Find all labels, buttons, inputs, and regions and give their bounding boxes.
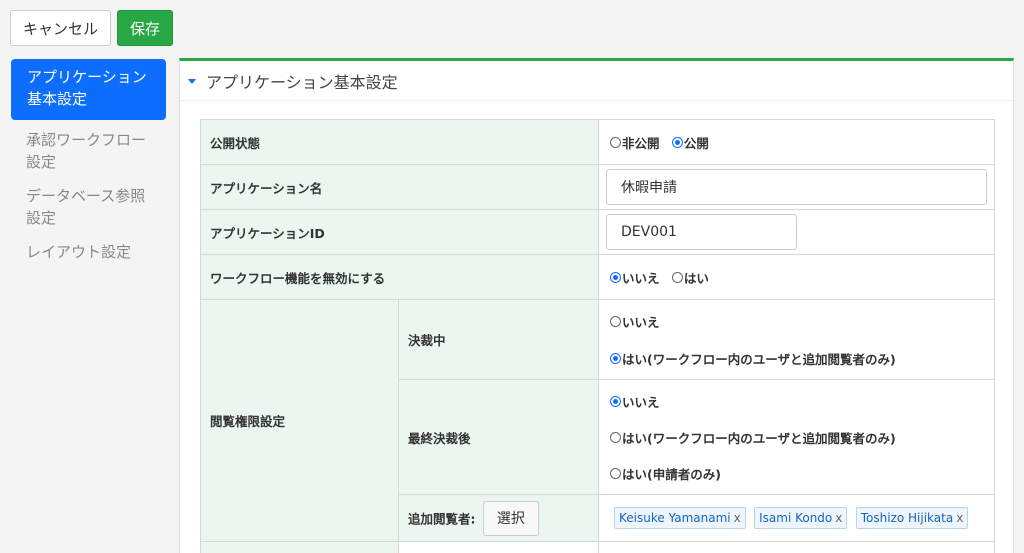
sidebar-item-layout-settings[interactable]: レイアウト設定 xyxy=(11,235,166,269)
extra-viewers-list: Keisuke Yamanami x Isami Kondo x Toshizo H… xyxy=(598,494,996,542)
app-id-label: アプリケーションID xyxy=(199,209,600,255)
radio-in-progress-no[interactable]: いいえ xyxy=(610,312,994,331)
radio-icon xyxy=(610,467,622,479)
in-progress-options: いいえ はい(ワークフロー内のユーザと追加閲覧者のみ) xyxy=(598,299,996,380)
publish-status-label: 公開状態 xyxy=(199,119,600,165)
extra-viewers-label: 追加閲覧者: xyxy=(408,511,476,526)
publish-status-options: 非公開 公開 xyxy=(598,119,996,165)
panel-header[interactable]: アプリケーション基本設定 xyxy=(180,61,1013,101)
extra-viewers-cell: 追加閲覧者: 選択 xyxy=(397,494,600,542)
radio-icon xyxy=(610,315,622,327)
radio-icon xyxy=(610,136,622,148)
sidebar-item-label: 設定 xyxy=(26,153,57,171)
final-approval-label: 最終決裁後 xyxy=(397,379,600,495)
sidebar-item-database-settings[interactable]: データベース参照 設定 xyxy=(11,179,166,235)
sidebar-item-label: 設定 xyxy=(26,209,57,227)
next-row-label xyxy=(200,541,399,553)
viewer-tag: Isami Kondo x xyxy=(754,507,848,529)
radio-final-yes-workflow[interactable]: はい(ワークフロー内のユーザと追加閲覧者のみ) xyxy=(610,428,994,447)
radio-icon xyxy=(610,431,622,443)
remove-icon[interactable]: x xyxy=(734,511,741,525)
sidebar-item-label: レイアウト設定 xyxy=(26,243,132,261)
cancel-button[interactable]: キャンセル xyxy=(10,10,111,46)
toolbar: キャンセル 保存 xyxy=(10,10,173,46)
in-progress-label: 決裁中 xyxy=(397,299,600,380)
radio-final-no[interactable]: いいえ xyxy=(610,392,994,411)
radio-no[interactable]: いいえ xyxy=(610,268,660,287)
sidebar-item-label: 承認ワークフロー xyxy=(26,131,147,149)
final-approval-options: いいえ はい(ワークフロー内のユーザと追加閲覧者のみ) はい(申請者のみ) xyxy=(598,379,996,495)
radio-selected-icon xyxy=(610,271,622,283)
radio-selected-icon xyxy=(671,136,683,148)
sidebar-nav: アプリケーション 基本設定 承認ワークフロー 設定 データベース参照 設定 レイ… xyxy=(11,59,166,269)
viewer-tag: Toshizo Hijikata x xyxy=(855,507,969,529)
remove-icon[interactable]: x xyxy=(956,511,963,525)
app-name-label: アプリケーション名 xyxy=(199,164,600,210)
next-row-value xyxy=(598,541,996,553)
radio-private[interactable]: 非公開 xyxy=(610,133,660,152)
radio-selected-icon xyxy=(610,395,622,407)
save-button[interactable]: 保存 xyxy=(117,10,173,46)
panel-title: アプリケーション基本設定 xyxy=(206,72,398,92)
sidebar-item-label: アプリケーション xyxy=(27,68,147,86)
radio-selected-icon xyxy=(610,352,622,364)
viewer-tag: Keisuke Yamanami x xyxy=(614,507,746,529)
disable-workflow-label: ワークフロー機能を無効にする xyxy=(199,254,600,300)
radio-final-yes-applicant[interactable]: はい(申請者のみ) xyxy=(610,464,994,483)
settings-panel: アプリケーション基本設定 公開状態 非公開 公開 アプリケーション名 休暇申請 … xyxy=(179,58,1014,553)
sidebar-item-label: データベース参照 xyxy=(26,187,146,205)
caret-down-icon xyxy=(188,79,196,84)
radio-icon xyxy=(671,271,683,283)
app-name-input[interactable]: 休暇申請 xyxy=(606,169,988,205)
settings-grid: 公開状態 非公開 公開 アプリケーション名 休暇申請 アプリケーションID DE… xyxy=(199,119,996,553)
select-viewers-button[interactable]: 選択 xyxy=(482,500,539,536)
sidebar-item-label: 基本設定 xyxy=(27,90,88,108)
radio-yes[interactable]: はい xyxy=(671,268,709,287)
view-permission-label: 閲覧権限設定 xyxy=(200,299,399,542)
app-id-input[interactable]: DEV001 xyxy=(606,214,798,250)
sidebar-item-basic-settings[interactable]: アプリケーション 基本設定 xyxy=(11,59,166,120)
radio-public[interactable]: 公開 xyxy=(671,133,709,152)
next-row-cell xyxy=(397,541,600,553)
sidebar-item-workflow-settings[interactable]: 承認ワークフロー 設定 xyxy=(11,123,166,179)
remove-icon[interactable]: x xyxy=(835,511,842,525)
disable-workflow-options: いいえ はい xyxy=(598,254,996,300)
radio-in-progress-yes[interactable]: はい(ワークフロー内のユーザと追加閲覧者のみ) xyxy=(610,349,994,368)
